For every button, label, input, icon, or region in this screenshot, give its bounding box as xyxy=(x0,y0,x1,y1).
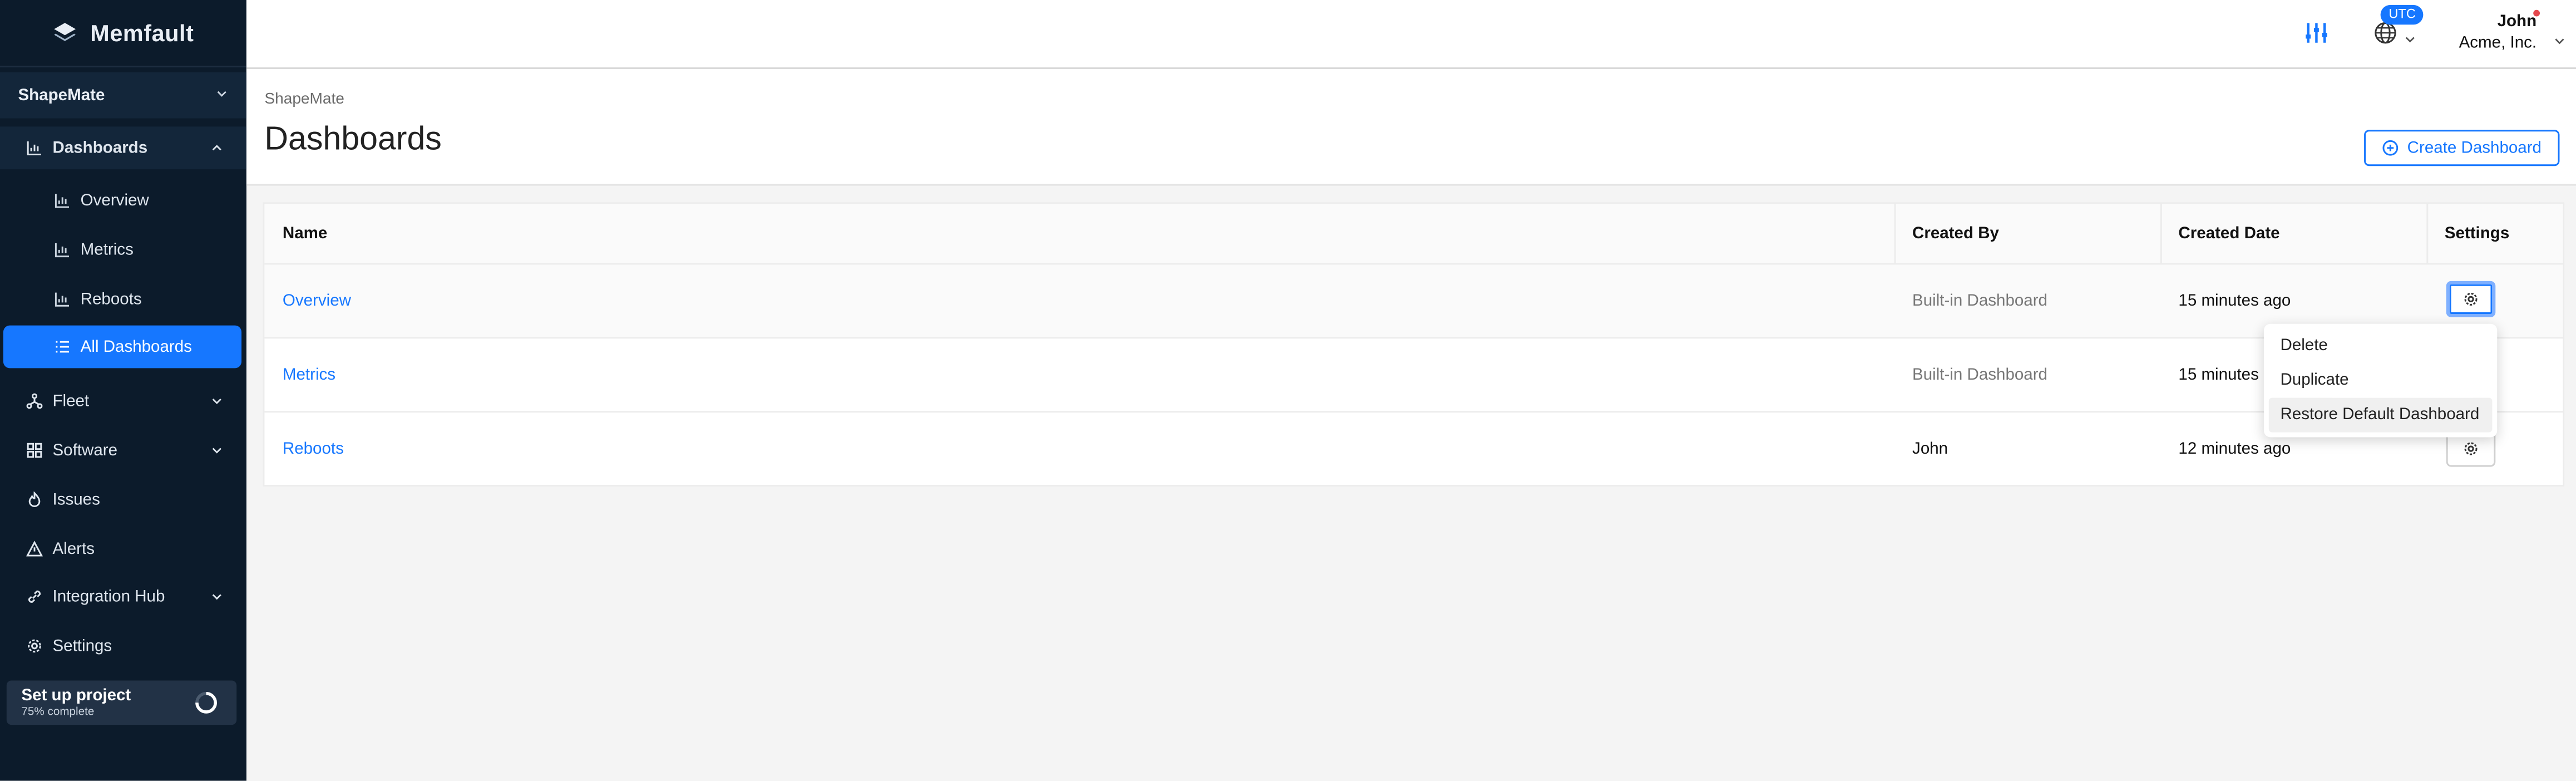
progress-ring-icon xyxy=(195,691,217,714)
timezone-badge[interactable]: UTC xyxy=(2380,4,2424,25)
list-icon xyxy=(54,338,71,355)
chevron-up-icon xyxy=(210,141,224,159)
project-name: ShapeMate xyxy=(18,86,105,105)
column-header-settings: Settings xyxy=(2444,224,2510,243)
sidebar-subitem-metrics[interactable]: Metrics xyxy=(0,228,246,271)
dashboard-link[interactable]: Overview xyxy=(283,264,351,337)
chart-icon xyxy=(54,242,71,258)
sidebar-item-label: Integration Hub xyxy=(52,587,165,606)
column-divider xyxy=(1894,204,1896,263)
sidebar-item-dashboards[interactable]: Dashboards xyxy=(0,126,246,170)
setup-project-card[interactable]: Set up project 75% complete xyxy=(6,680,237,725)
brand[interactable]: Memfault xyxy=(0,0,246,68)
create-dashboard-label: Create Dashboard xyxy=(2407,139,2542,157)
create-dashboard-button[interactable]: Create Dashboard xyxy=(2364,130,2560,166)
page-title: Dashboards xyxy=(264,121,442,158)
created-date: 15 minutes a xyxy=(2178,365,2273,384)
chart-icon xyxy=(54,291,71,308)
menu-item-duplicate[interactable]: Duplicate xyxy=(2264,364,2497,398)
memfault-logo-icon xyxy=(54,22,76,41)
sidebar-item-label: Overview xyxy=(80,191,149,210)
notification-dot xyxy=(2533,9,2540,17)
chevron-down-icon[interactable] xyxy=(2404,24,2417,54)
org-name[interactable]: Acme, Inc. xyxy=(2459,35,2537,52)
sidebar-subitem-overview[interactable]: Overview xyxy=(0,179,246,222)
setup-progress-text: 75% complete xyxy=(21,706,95,719)
gear-icon xyxy=(26,638,43,655)
sidebar-item-label: Fleet xyxy=(52,392,90,410)
flame-icon xyxy=(26,491,43,508)
menu-item-restore-default[interactable]: Restore Default Dashboard xyxy=(2268,397,2493,433)
equalizer-icon[interactable] xyxy=(2305,19,2328,54)
sidebar-item-label: Dashboards xyxy=(52,139,148,157)
chevron-down-icon xyxy=(215,86,229,104)
globe-icon[interactable] xyxy=(2374,21,2397,52)
gear-icon xyxy=(2464,292,2478,306)
sidebar-item-label: Metrics xyxy=(80,240,134,259)
created-by: John xyxy=(1912,439,1948,458)
table-header-row: Name Created By Created Date Settings xyxy=(264,204,2563,263)
chart-icon xyxy=(26,140,43,156)
menu-item-delete[interactable]: Delete xyxy=(2264,329,2497,364)
settings-gear-button[interactable] xyxy=(2446,281,2496,317)
dashboards-table: Name Created By Created Date Settings Ov… xyxy=(263,202,2565,487)
sidebar-item-label: Alerts xyxy=(52,539,95,558)
sidebar-item-label: Issues xyxy=(52,490,100,509)
chevron-down-icon xyxy=(210,590,224,608)
table-row: Overview Built-in Dashboard 15 minutes a… xyxy=(264,263,2563,337)
chart-icon xyxy=(54,192,71,209)
settings-dropdown-menu: Delete Duplicate Restore Default Dashboa… xyxy=(2263,323,2498,438)
grid-icon xyxy=(26,442,43,459)
plus-circle-icon xyxy=(2383,140,2399,156)
breadcrumb[interactable]: ShapeMate xyxy=(264,90,344,108)
sidebar-item-settings[interactable]: Settings xyxy=(0,625,246,667)
fleet-icon xyxy=(26,393,43,410)
column-divider xyxy=(2426,204,2429,263)
column-divider xyxy=(2160,204,2162,263)
table-row: Metrics Built-in Dashboard 15 minutes a xyxy=(264,337,2563,411)
sidebar-item-alerts[interactable]: Alerts xyxy=(0,528,246,571)
sidebar-subitem-reboots[interactable]: Reboots xyxy=(0,278,246,321)
page-header: ShapeMate Dashboards Create Dashboard xyxy=(246,69,2576,186)
sidebar-item-issues[interactable]: Issues xyxy=(0,478,246,521)
warning-icon xyxy=(26,541,43,557)
sidebar: Memfault ShapeMate Dashboards Overview M… xyxy=(0,0,246,781)
dashboard-link[interactable]: Reboots xyxy=(283,412,344,485)
chevron-down-icon xyxy=(210,395,224,412)
created-by: Built-in Dashboard xyxy=(1912,292,2047,310)
chevron-down-icon xyxy=(210,444,224,461)
sidebar-subitem-all-dashboards[interactable]: All Dashboards xyxy=(3,325,242,369)
sidebar-item-label: All Dashboards xyxy=(80,337,192,356)
column-header-created-by[interactable]: Created By xyxy=(1912,204,1999,263)
sidebar-item-software[interactable]: Software xyxy=(0,429,246,472)
column-header-name[interactable]: Name xyxy=(283,204,327,263)
gear-icon xyxy=(2464,442,2478,455)
table-row: Reboots John 12 minutes ago xyxy=(264,411,2563,485)
dashboard-link[interactable]: Metrics xyxy=(283,338,335,411)
sidebar-item-label: Software xyxy=(52,441,118,460)
project-selector[interactable]: ShapeMate xyxy=(0,72,246,119)
setup-title: Set up project xyxy=(21,687,131,705)
created-by: Built-in Dashboard xyxy=(1912,365,2047,384)
sidebar-item-integration-hub[interactable]: Integration Hub xyxy=(0,575,246,618)
brand-name: Memfault xyxy=(90,19,194,46)
top-bar: UTC John Acme, Inc. xyxy=(246,0,2576,70)
user-name[interactable]: John xyxy=(2498,13,2537,31)
chevron-down-icon[interactable] xyxy=(2553,26,2567,56)
column-header-created-date[interactable]: Created Date xyxy=(2178,204,2279,263)
sidebar-item-label: Reboots xyxy=(80,290,142,308)
sidebar-item-label: Settings xyxy=(52,637,112,655)
link-icon xyxy=(26,588,43,605)
sidebar-item-fleet[interactable]: Fleet xyxy=(0,380,246,423)
